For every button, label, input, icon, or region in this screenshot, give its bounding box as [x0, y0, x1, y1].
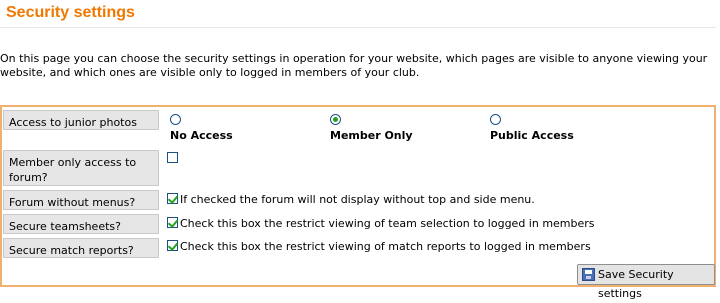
forum-without-menus-checkbox[interactable] — [167, 193, 178, 204]
forum-without-menus-label: Forum without menus? — [3, 190, 159, 210]
radio-public-access-label: Public Access — [490, 129, 574, 142]
secure-teamsheets-description: Check this box the restrict viewing of t… — [180, 217, 595, 230]
intro-text: On this page you can choose the security… — [0, 52, 708, 79]
radio-member-only-label: Member Only — [330, 129, 413, 142]
secure-match-reports-label: Secure match reports? — [3, 238, 159, 258]
radio-public-access[interactable] — [490, 114, 501, 125]
forum-member-only-label: Member only access to forum? — [3, 150, 159, 186]
save-icon — [582, 268, 595, 281]
secure-match-reports-checkbox[interactable] — [167, 240, 178, 251]
save-button-label: Save Security settings — [598, 268, 674, 300]
secure-teamsheets-checkbox[interactable] — [167, 217, 178, 228]
title-divider — [0, 27, 716, 28]
junior-photos-label: Access to junior photos — [3, 110, 159, 130]
secure-match-reports-description: Check this box the restrict viewing of m… — [180, 240, 591, 253]
radio-member-only[interactable] — [330, 114, 341, 125]
radio-no-access-label: No Access — [170, 129, 233, 142]
save-security-settings-button[interactable]: Save Security settings — [577, 264, 715, 300]
page-title: Security settings — [6, 4, 135, 21]
forum-without-menus-description: If checked the forum will not display wi… — [180, 193, 535, 206]
forum-member-only-checkbox[interactable] — [167, 152, 178, 163]
secure-teamsheets-label: Secure teamsheets? — [3, 214, 159, 234]
radio-no-access[interactable] — [170, 114, 181, 125]
